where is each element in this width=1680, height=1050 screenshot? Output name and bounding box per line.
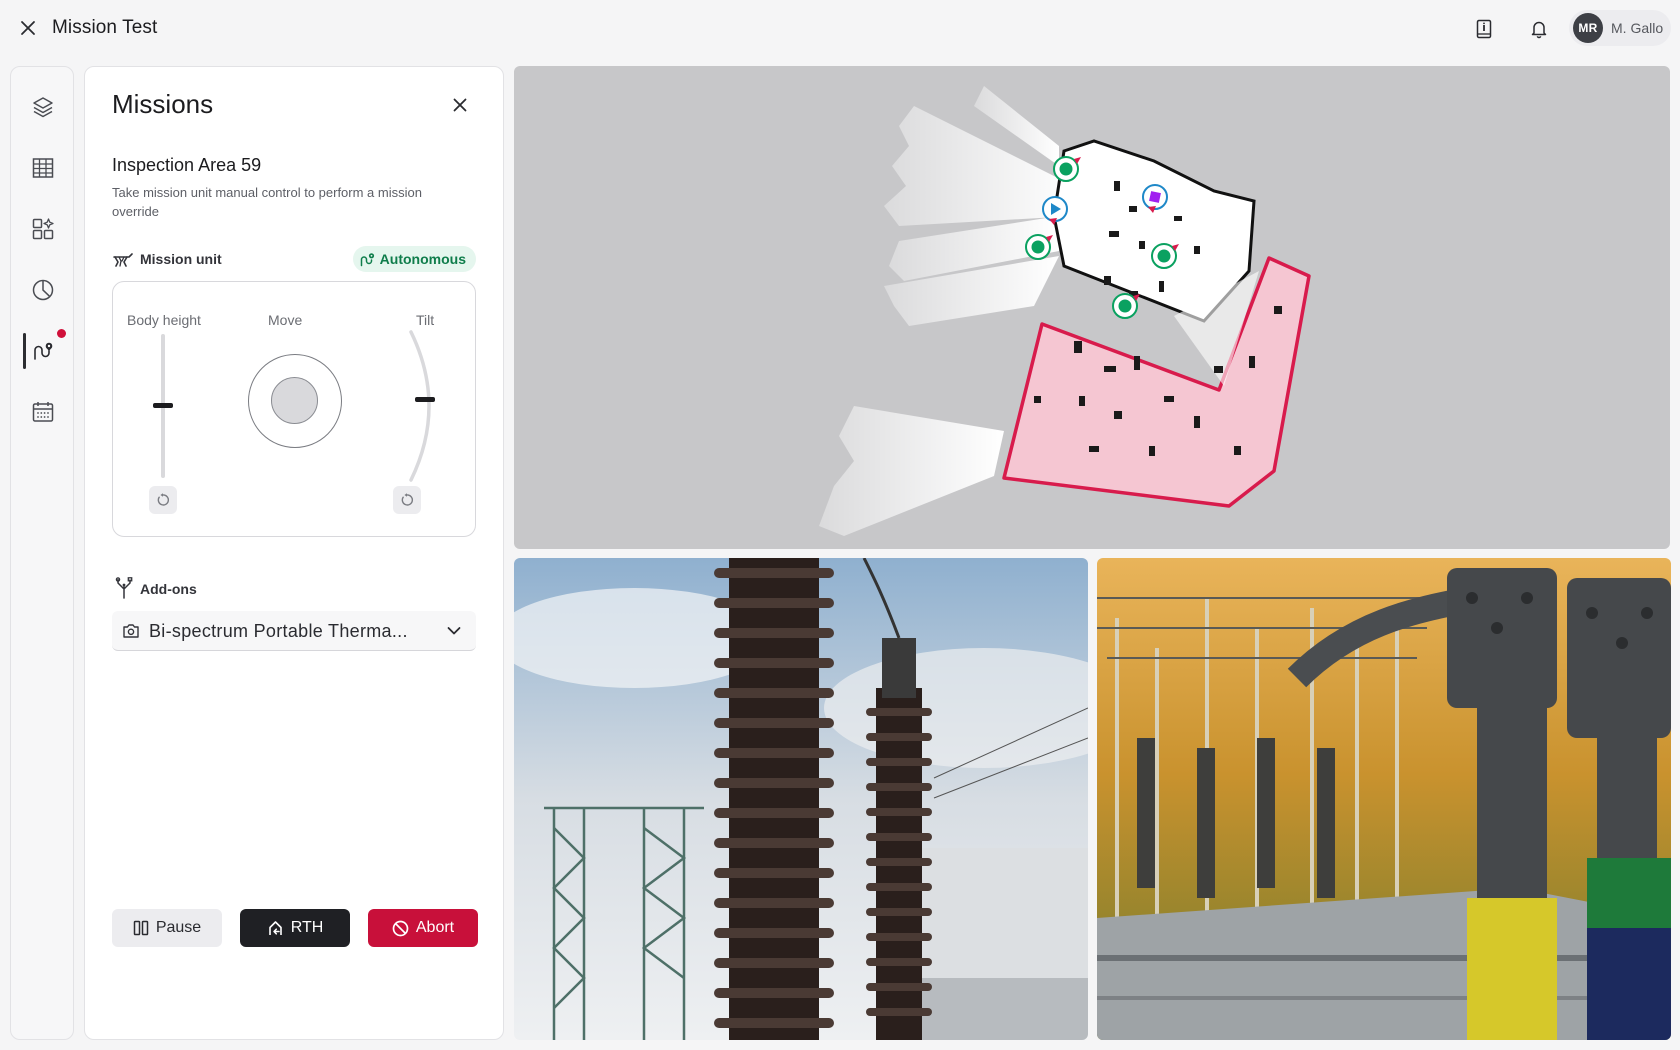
manual-control-box: Body height Move Tilt [112, 281, 476, 537]
lidar-map-canvas[interactable] [514, 66, 1670, 549]
mission-unit-label: Mission unit [140, 251, 222, 267]
tilt-label: Tilt [416, 312, 435, 328]
joystick-knob[interactable] [271, 377, 318, 424]
reset-tilt-button[interactable] [393, 486, 421, 514]
substation-camera-feed-2 [1097, 558, 1671, 1040]
addon-fork-icon [115, 577, 133, 599]
close-icon [21, 21, 35, 35]
guide-button[interactable] [1469, 14, 1499, 44]
robot-dog-icon [113, 253, 133, 267]
autonomous-route-icon [360, 253, 374, 267]
camera-feed-2[interactable] [1097, 558, 1671, 1040]
user-name: M. Gallo [1611, 20, 1664, 36]
mode-badge-label: Autonomous [379, 251, 466, 267]
missions-panel: Missions Inspection Area 59 Take mission… [84, 66, 504, 1040]
avatar: MR [1573, 13, 1603, 43]
reset-icon [157, 493, 169, 506]
nav-missions[interactable] [23, 331, 63, 371]
rth-button[interactable]: RTH [240, 909, 350, 947]
rth-label: RTH [290, 919, 324, 936]
body-height-slider-thumb[interactable] [153, 403, 173, 408]
layers-icon [33, 97, 53, 118]
bell-icon [1531, 21, 1547, 39]
panel-title: Missions [112, 89, 214, 119]
top-bar: Mission Test MR M. Gallo [0, 0, 1680, 58]
tilt-arc-slider[interactable] [409, 330, 437, 482]
nav-calendar[interactable] [23, 392, 63, 432]
mission-unit-row: Mission unit Autonomous [112, 245, 476, 273]
widgets-icon [32, 218, 54, 240]
close-icon [453, 98, 467, 112]
app-title: Mission Test [52, 17, 158, 38]
nav-layers[interactable] [23, 87, 63, 127]
move-joystick[interactable] [248, 354, 342, 448]
pause-button[interactable]: Pause [112, 909, 222, 947]
nav-table[interactable] [23, 148, 63, 188]
camera-feed-1[interactable] [514, 558, 1088, 1040]
mission-route-icon [34, 342, 53, 360]
addon-select-value: Bi-spectrum Portable Therma... [149, 621, 408, 641]
calendar-icon [32, 402, 54, 422]
body-height-label: Body height [127, 312, 201, 328]
substation-camera-feed-1 [514, 558, 1088, 1040]
nav-active-indicator [23, 333, 26, 369]
nav-widgets[interactable] [23, 209, 63, 249]
mode-badge: Autonomous [352, 246, 476, 272]
reset-icon [401, 493, 413, 506]
mission-description: Take mission unit manual control to perf… [112, 185, 422, 219]
chevron-down-icon [447, 627, 461, 635]
close-panel-button[interactable] [444, 89, 476, 121]
tilt-slider-thumb[interactable] [415, 397, 435, 402]
pause-icon [133, 920, 149, 936]
mission-map[interactable] [514, 66, 1670, 549]
move-label: Move [268, 312, 303, 328]
addons-label: Add-ons [140, 581, 197, 597]
waypoint-3[interactable] [1025, 234, 1053, 260]
mission-name: Inspection Area 59 [112, 155, 262, 175]
abort-button[interactable]: Abort [368, 909, 478, 947]
nav-analytics[interactable] [23, 270, 63, 310]
pause-label: Pause [155, 919, 202, 936]
user-menu[interactable]: MR M. Gallo [1569, 10, 1671, 46]
prohibited-icon [392, 920, 409, 936]
side-navigation [10, 66, 74, 1040]
pie-chart-icon [32, 279, 54, 301]
table-icon [32, 158, 54, 178]
book-icon [1476, 19, 1492, 39]
addon-select[interactable]: Bi-spectrum Portable Therma... [112, 611, 476, 651]
home-return-icon [268, 921, 282, 935]
camera-icon [123, 624, 139, 638]
reset-body-height-button[interactable] [149, 486, 177, 514]
notifications-button[interactable] [1524, 14, 1554, 44]
notification-dot [57, 329, 66, 338]
waypoint-green-lower[interactable] [1112, 293, 1140, 319]
close-app-button[interactable] [14, 14, 42, 42]
abort-label: Abort [415, 919, 455, 936]
